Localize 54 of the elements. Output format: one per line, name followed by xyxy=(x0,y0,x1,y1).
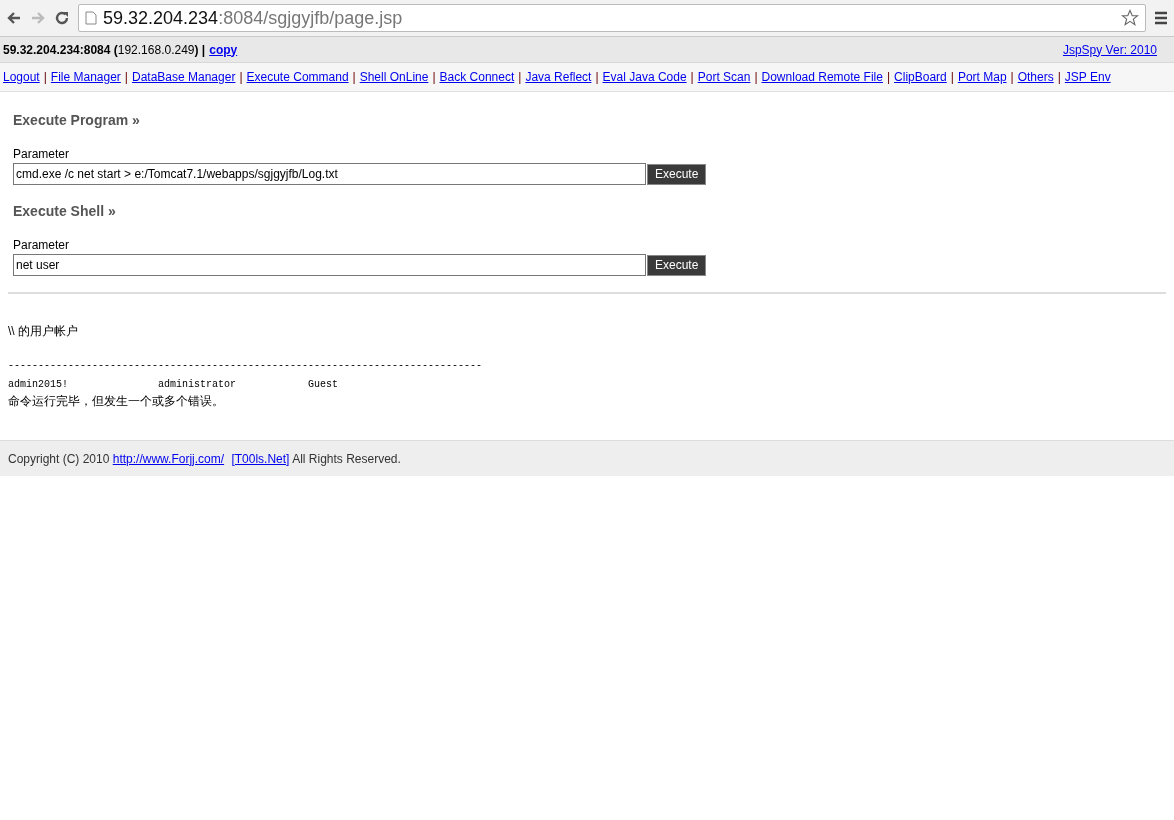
parameter-field[interactable]: cmd.exe /c net start > e:/Tomcat7.1/webapps/sgjgyjfb/Log.txt xyxy=(13,163,646,185)
url-text: 59.32.204.234:8084/sgjgyjfb/page.jsp xyxy=(103,6,403,30)
back-icon[interactable] xyxy=(6,10,22,26)
account-name: administrator xyxy=(158,378,237,392)
section-heading: Execute Shell » xyxy=(13,202,117,221)
reload-icon[interactable] xyxy=(54,10,70,26)
nav-link[interactable]: Java Reflect xyxy=(525,68,592,86)
nav-link[interactable]: JSP Env xyxy=(1064,68,1111,86)
nav-link[interactable]: Others xyxy=(1017,68,1054,86)
parameter-field[interactable]: net user xyxy=(13,254,646,276)
execute-button[interactable]: Execute xyxy=(647,254,707,276)
nav-link[interactable]: Eval Java Code xyxy=(602,68,687,86)
nav-link[interactable]: Port Map xyxy=(957,68,1007,86)
separator: | xyxy=(690,69,694,86)
nav-link[interactable]: Logout xyxy=(3,68,40,86)
output-title: \\ 的用户帐户 xyxy=(8,323,79,340)
result-message: 命令运行完毕，但发生一个或多个错误。 xyxy=(8,393,225,410)
forjj-link[interactable]: http://www.Forjj.com/ xyxy=(112,451,225,466)
field-label: Parameter xyxy=(13,238,71,252)
separator: | xyxy=(239,69,243,86)
separator: | xyxy=(595,69,599,86)
field-label: Parameter xyxy=(13,147,71,161)
separator: | xyxy=(124,69,128,86)
account-name: admin2015! xyxy=(8,378,69,392)
separator: | xyxy=(352,69,356,86)
section-heading: Execute Program » xyxy=(13,111,141,130)
tools-link[interactable]: [T00ls.Net] xyxy=(231,451,290,466)
separator: | xyxy=(950,69,954,86)
page-icon xyxy=(85,11,97,25)
output-rule: ------------------------------------------------------------------------------- xyxy=(8,360,484,372)
nav-link[interactable]: Shell OnLine xyxy=(359,68,429,86)
version-link[interactable]: JspSpy Ver: 2010 xyxy=(1062,40,1157,59)
copyright-text: Copyright (C) 2010 http://www.Forjj.com/ [T00ls.Net] All Rights Reserved. xyxy=(8,450,401,468)
server-address: 59.32.204.234:8084 (192.168.0.249) | xyxy=(3,41,206,59)
separator: | xyxy=(1057,69,1061,86)
address-bar[interactable]: 59.32.204.234:8084/sgjgyjfb/page.jsp xyxy=(78,4,1146,32)
menu-icon[interactable] xyxy=(1154,11,1168,25)
separator: | xyxy=(518,69,522,86)
separator: | xyxy=(886,69,891,86)
nav-link[interactable]: Port Scan xyxy=(697,68,751,86)
separator: | xyxy=(432,69,436,86)
execute-button[interactable]: Execute xyxy=(647,163,707,185)
separator: | xyxy=(43,69,47,86)
nav-link[interactable]: ClipBoard xyxy=(894,68,947,86)
account-name: Guest xyxy=(308,378,339,392)
separator: | xyxy=(1010,69,1014,86)
separator: | xyxy=(754,69,758,86)
copy-link[interactable]: copy xyxy=(209,40,238,59)
nav-link[interactable]: Download Remote File xyxy=(761,68,883,86)
star-icon[interactable] xyxy=(1121,9,1139,27)
nav-link[interactable]: DataBase Manager xyxy=(132,68,236,86)
nav-link[interactable]: File Manager xyxy=(50,68,121,86)
nav-link[interactable]: Execute Command xyxy=(246,68,349,86)
nav-link[interactable]: Back Connect xyxy=(439,68,515,86)
